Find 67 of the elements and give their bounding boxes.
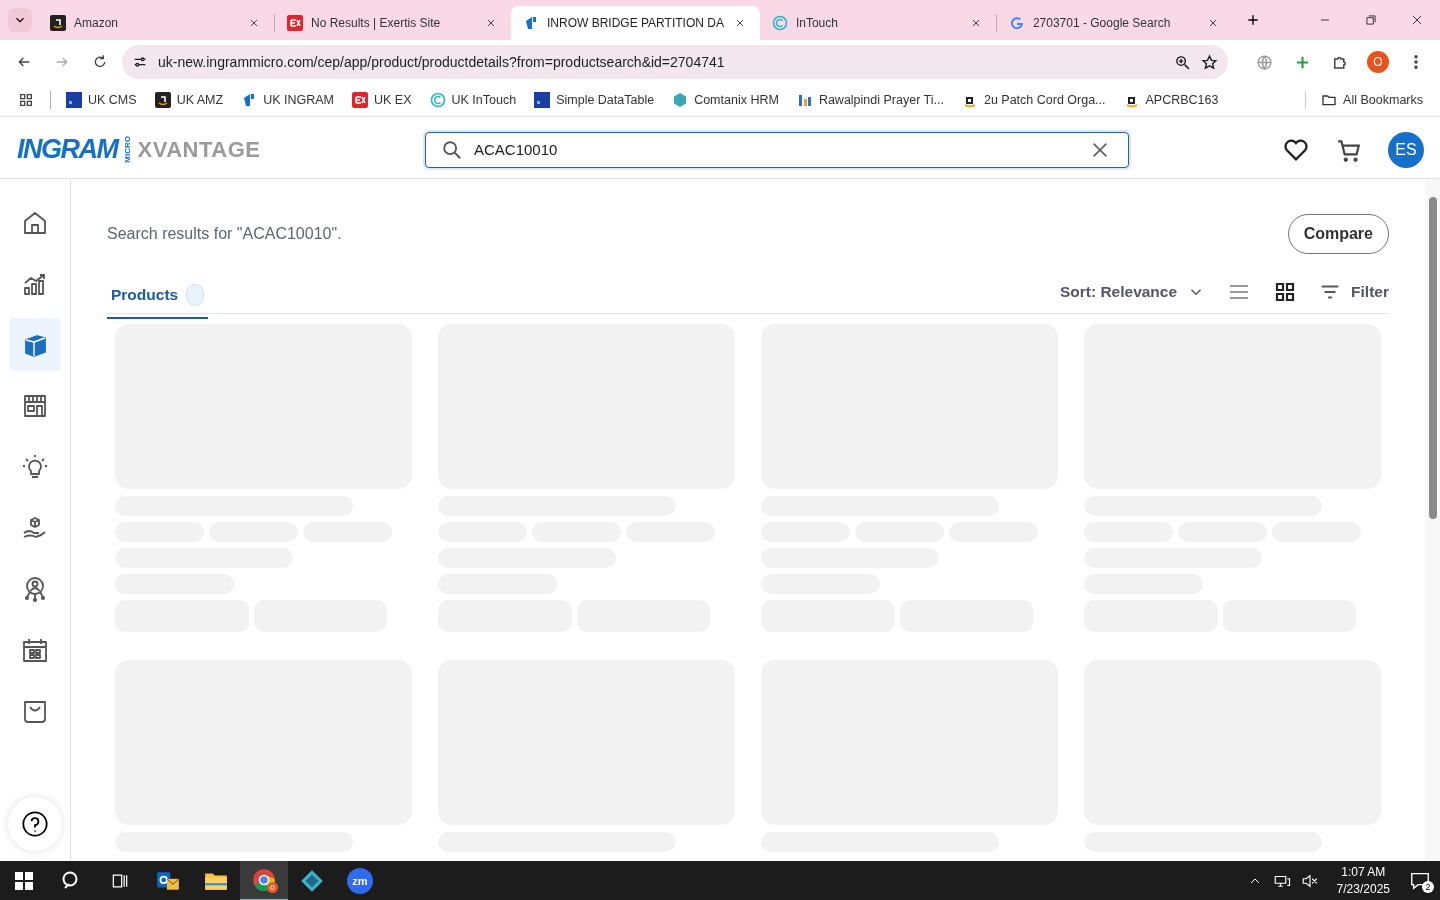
star-icon[interactable] xyxy=(1201,53,1218,71)
bookmark[interactable]: Simple DataTable xyxy=(527,88,662,112)
hexagon-icon xyxy=(672,92,689,108)
close-icon[interactable] xyxy=(1410,13,1424,27)
apps-grid-icon[interactable] xyxy=(18,92,34,108)
close-icon[interactable] xyxy=(248,17,260,29)
close-icon[interactable] xyxy=(485,17,497,29)
bookmark[interactable]: Rawalpindi Prayer Ti... xyxy=(789,88,951,112)
help-icon xyxy=(21,810,49,838)
bookmark[interactable]: UK CMS xyxy=(59,88,144,112)
scrollbar[interactable] xyxy=(1425,179,1440,861)
all-bookmarks-button[interactable]: All Bookmarks xyxy=(1314,88,1430,112)
count-badge: 0 xyxy=(267,882,278,893)
folder-icon xyxy=(1321,92,1338,108)
message-icon xyxy=(1409,870,1431,892)
google-icon xyxy=(1008,15,1025,31)
diamond-app-icon xyxy=(299,868,325,894)
help-button[interactable] xyxy=(8,797,62,851)
bookmark[interactable]: APCRBC163 xyxy=(1116,88,1226,112)
time: 1:07 AM xyxy=(1341,864,1386,881)
search-field[interactable]: ACAC10010 xyxy=(425,131,1129,168)
notifications-button[interactable]: 2 xyxy=(1408,869,1432,893)
exertis-icon xyxy=(352,92,368,108)
search-icon xyxy=(441,138,463,161)
bookmark[interactable]: UK EX xyxy=(345,88,419,112)
bookmark[interactable]: UK InTouch xyxy=(422,88,524,112)
amazon-icon xyxy=(154,92,171,108)
clock[interactable]: 1:07 AM 7/23/2025 xyxy=(1336,864,1390,898)
restore-icon[interactable] xyxy=(1364,13,1378,27)
zoom-icon[interactable] xyxy=(1174,53,1191,71)
taskbar-app[interactable]: zm xyxy=(336,861,384,900)
browser-tab[interactable]: InTouch xyxy=(759,6,996,40)
bookmark[interactable]: Comtanix HRM xyxy=(665,88,786,112)
df-icon xyxy=(66,92,82,108)
exertis-icon xyxy=(287,15,303,31)
windows-icon xyxy=(15,872,33,890)
filter-button[interactable]: Filter xyxy=(1319,281,1389,303)
intouch-icon xyxy=(429,92,446,108)
user-avatar[interactable]: ES xyxy=(1388,131,1424,168)
date: 7/23/2025 xyxy=(1336,881,1390,898)
logo[interactable]: INGRAM MICRO XVANTAGE xyxy=(17,134,425,165)
intouch-icon xyxy=(771,15,788,31)
bulb-icon[interactable] xyxy=(21,452,49,481)
chrome-icon xyxy=(251,867,277,893)
browser-tab[interactable]: INROW BRIDGE PARTITION DA xyxy=(511,6,760,40)
profile-avatar[interactable]: O xyxy=(1367,51,1389,73)
browser-tab[interactable]: Amazon xyxy=(38,6,274,40)
df-icon xyxy=(534,92,551,108)
address-bar[interactable]: uk-new.ingrammicro.com/cep/app/product/productdetails?from=productsearch&id=2704741 xyxy=(122,45,1228,79)
bookmark[interactable]: 2u Patch Cord Orga... xyxy=(954,88,1113,112)
products-tab[interactable]: Products xyxy=(107,282,209,319)
reload-icon[interactable] xyxy=(92,54,108,70)
site-settings-icon[interactable] xyxy=(132,54,148,70)
compare-button[interactable]: Compare xyxy=(1287,214,1389,254)
muted-speaker-icon[interactable] xyxy=(1300,872,1319,890)
zoom-app-icon: zm xyxy=(347,868,373,894)
results-heading: Search results for "ACAC10010". xyxy=(107,225,342,243)
figure-icon xyxy=(796,92,813,108)
amazon-icon xyxy=(50,15,66,31)
sort-dropdown[interactable]: Sort: Relevance xyxy=(1059,283,1206,301)
browser-tab[interactable]: 2703701 - Google Search xyxy=(996,6,1233,40)
count-badge xyxy=(186,283,205,306)
bookmark[interactable]: UK AMZ xyxy=(147,88,231,112)
tab-search-button[interactable] xyxy=(8,8,32,32)
browser-tab[interactable]: No Results | Exertis Site xyxy=(275,6,511,40)
globe-icon[interactable] xyxy=(1255,53,1273,71)
bookmark[interactable]: UK INGRAM xyxy=(234,88,341,112)
